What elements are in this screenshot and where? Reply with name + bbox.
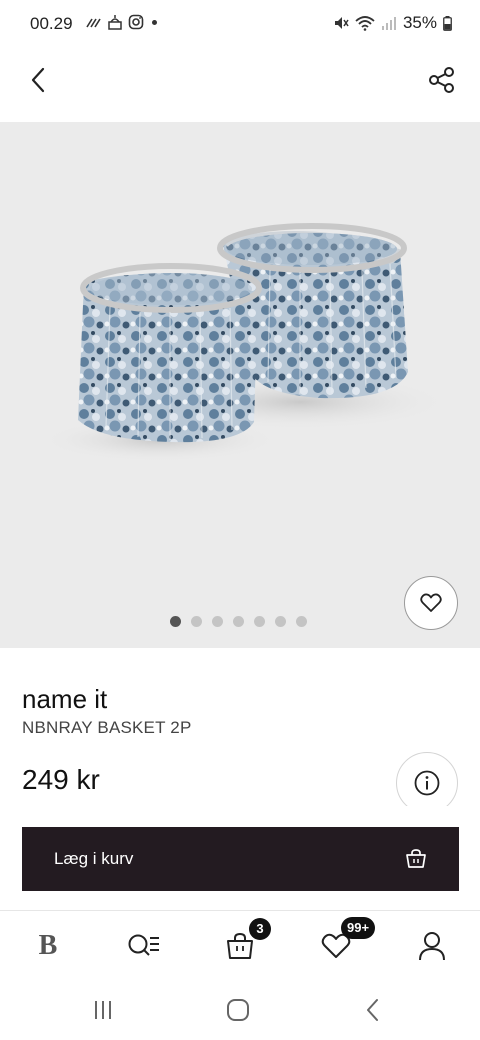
mosque-icon (108, 15, 122, 30)
shopping-bag-icon (406, 849, 426, 868)
person-icon (419, 932, 445, 961)
nav-home[interactable]: B (24, 926, 72, 966)
pagination-dot[interactable] (170, 616, 181, 627)
nav-account[interactable] (408, 926, 456, 966)
mute-icon (334, 17, 349, 29)
chevron-left-icon (367, 999, 378, 1021)
battery-icon (443, 15, 452, 31)
share-button[interactable] (424, 62, 460, 98)
nav-search[interactable] (120, 926, 168, 966)
recent-apps-icon (95, 1001, 111, 1019)
shopping-bag-icon (227, 932, 253, 959)
favorite-button[interactable] (404, 576, 458, 630)
system-navigation-bar (0, 980, 480, 1040)
pagination-dot[interactable] (296, 616, 307, 627)
product-name: NBNRAY BASKET 2P (22, 718, 192, 737)
info-button-mask (386, 806, 466, 820)
bottom-nav-divider (0, 910, 480, 911)
add-to-cart-label: Læg i kurv (54, 849, 134, 868)
battery-percentage: 35% (402, 13, 437, 32)
info-icon (414, 770, 440, 796)
add-to-cart-button[interactable]: Læg i kurv (22, 827, 459, 891)
notification-dot (152, 20, 157, 25)
search-list-icon (128, 934, 159, 956)
share-icon (429, 67, 454, 93)
info-button[interactable] (396, 752, 458, 814)
cart-count-badge: 3 (249, 918, 271, 940)
wishlist-count-badge: 99+ (341, 917, 376, 939)
product-brand[interactable]: name it (22, 684, 107, 715)
top-navigation (0, 52, 480, 108)
system-back-button[interactable] (353, 994, 393, 1026)
home-icon (227, 999, 249, 1021)
pagination-dot[interactable] (191, 616, 202, 627)
status-time: 00.29 (30, 14, 73, 33)
image-pagination-dots (170, 616, 307, 627)
status-bar: 00.29 35% (0, 0, 480, 46)
brand-logo: B (38, 930, 58, 961)
wifi-icon (355, 16, 375, 31)
pagination-dot[interactable] (233, 616, 244, 627)
instagram-icon (128, 14, 144, 30)
bottom-navigation: B 3 99+ (0, 912, 480, 978)
pagination-dot[interactable] (275, 616, 286, 627)
back-button[interactable] (20, 62, 56, 98)
pagination-dot[interactable] (254, 616, 265, 627)
chevron-left-icon (31, 67, 45, 93)
wifi-call-icon (86, 18, 101, 28)
notification-icons (86, 14, 144, 30)
status-right: 35% (333, 13, 452, 33)
signal-icon (381, 17, 396, 30)
product-image-gallery[interactable] (0, 122, 480, 648)
heart-icon (420, 593, 442, 612)
home-button[interactable] (218, 994, 258, 1026)
pagination-dot[interactable] (212, 616, 223, 627)
recent-apps-button[interactable] (83, 994, 123, 1026)
product-photo (40, 223, 450, 462)
product-price: 249 kr (22, 764, 100, 795)
